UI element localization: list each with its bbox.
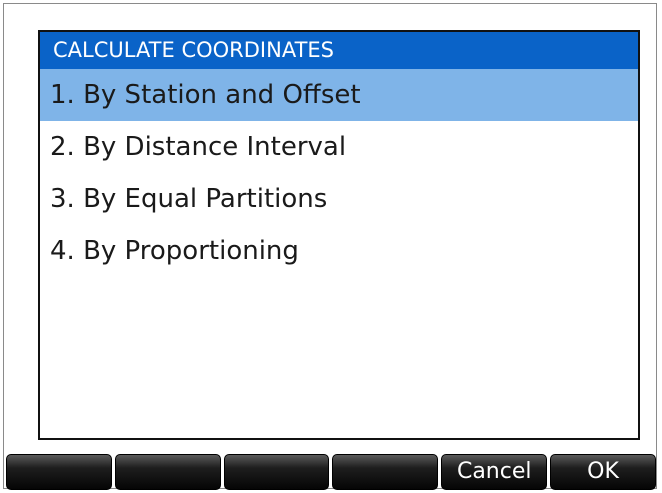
menu-item-distance-interval[interactable]: 2. By Distance Interval — [40, 121, 638, 173]
dialog-title: CALCULATE COORDINATES — [40, 32, 638, 69]
softkey-4[interactable] — [332, 454, 439, 490]
cancel-button[interactable]: Cancel — [441, 454, 548, 490]
menu-item-equal-partitions[interactable]: 3. By Equal Partitions — [40, 173, 638, 225]
menu-item-proportioning[interactable]: 4. By Proportioning — [40, 225, 638, 277]
screen: CALCULATE COORDINATES 1. By Station and … — [3, 3, 657, 489]
ok-button[interactable]: OK — [550, 454, 656, 490]
softkey-menu: Cancel OK — [6, 454, 656, 490]
softkey-3[interactable] — [223, 454, 330, 490]
menu-item-station-offset[interactable]: 1. By Station and Offset — [40, 69, 638, 121]
choose-dialog: CALCULATE COORDINATES 1. By Station and … — [38, 30, 640, 440]
softkey-1[interactable] — [6, 454, 112, 490]
softkey-2[interactable] — [114, 454, 221, 490]
menu-list: 1. By Station and Offset 2. By Distance … — [40, 69, 638, 277]
